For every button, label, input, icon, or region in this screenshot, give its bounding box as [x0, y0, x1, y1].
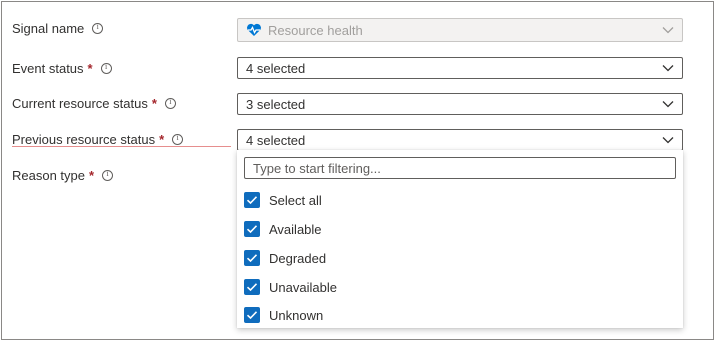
option-label: Available [269, 221, 322, 237]
signal-name-label-row: Signal name [12, 18, 104, 38]
info-icon[interactable] [164, 97, 176, 109]
option-unavailable[interactable]: Unavailable [244, 277, 337, 297]
option-label: Degraded [269, 250, 327, 266]
current-resource-status-label-row: Current resource status * [12, 93, 176, 113]
chevron-down-icon [654, 94, 682, 114]
info-icon[interactable] [102, 169, 114, 181]
event-status-label: Event status [12, 60, 84, 76]
option-available[interactable]: Available [244, 219, 322, 239]
info-icon[interactable] [100, 62, 112, 74]
required-asterisk: * [87, 60, 93, 76]
checkbox-checked-icon[interactable] [244, 192, 260, 208]
signal-name-value: Resource health [268, 22, 363, 38]
chevron-down-icon [654, 58, 682, 78]
heart-pulse-icon [246, 23, 262, 37]
chevron-down-icon [654, 130, 682, 150]
reason-type-label: Reason type [12, 167, 85, 183]
reason-type-label-row: Reason type * [12, 165, 114, 185]
filter-input[interactable] [244, 157, 676, 179]
option-label: Unknown [269, 307, 324, 323]
current-resource-status-value: 3 selected [246, 96, 306, 112]
previous-resource-status-label: Previous resource status [12, 131, 156, 147]
event-status-value: 4 selected [246, 60, 306, 76]
validation-underline [12, 146, 231, 147]
checkbox-checked-icon[interactable] [244, 250, 260, 266]
required-asterisk: * [89, 167, 95, 183]
option-select-all[interactable]: Select all [244, 190, 322, 210]
required-asterisk: * [151, 95, 157, 111]
current-resource-status-dropdown[interactable]: 3 selected [237, 93, 683, 115]
option-label: Select all [269, 192, 322, 208]
option-label: Unavailable [269, 279, 337, 295]
checkbox-checked-icon[interactable] [244, 279, 260, 295]
current-resource-status-label: Current resource status [12, 95, 148, 111]
event-status-label-row: Event status * [12, 58, 112, 78]
signal-name-label: Signal name [12, 20, 85, 36]
checkbox-checked-icon[interactable] [244, 307, 260, 323]
info-icon[interactable] [92, 22, 104, 34]
info-icon[interactable] [172, 133, 184, 145]
previous-resource-status-value: 4 selected [246, 132, 306, 148]
signal-name-dropdown: Resource health [237, 18, 683, 42]
dropdown-panel: Select all Available Degraded Unavailabl… [237, 150, 683, 328]
chevron-down-icon [654, 20, 682, 40]
previous-resource-status-dropdown[interactable]: 4 selected [237, 129, 683, 151]
event-status-dropdown[interactable]: 4 selected [237, 57, 683, 79]
option-degraded[interactable]: Degraded [244, 248, 326, 268]
checkbox-checked-icon[interactable] [244, 221, 260, 237]
required-asterisk: * [159, 131, 165, 147]
option-unknown[interactable]: Unknown [244, 305, 323, 325]
